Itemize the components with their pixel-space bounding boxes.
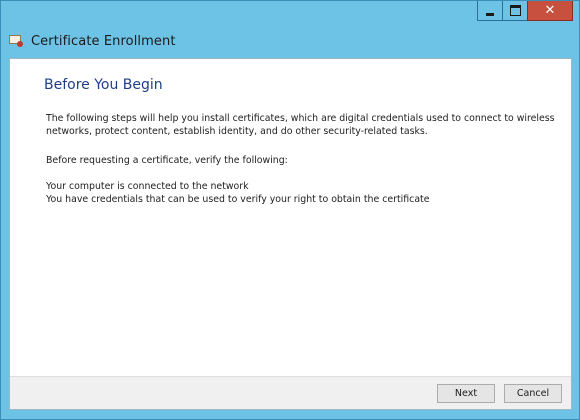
- wizard-content-panel: Before You Begin The following steps wil…: [9, 58, 572, 410]
- certificate-icon: [9, 35, 23, 47]
- page-heading: Before You Begin: [44, 77, 163, 93]
- requirements-list: Your computer is connected to the networ…: [46, 180, 566, 206]
- requirement-item: You have credentials that can be used to…: [46, 194, 430, 205]
- window-title: Certificate Enrollment: [31, 33, 176, 49]
- minimize-icon: [486, 13, 494, 16]
- verify-prompt: Before requesting a certificate, verify …: [46, 155, 288, 166]
- wizard-footer: Next Cancel: [10, 376, 571, 409]
- certificate-enrollment-window: ✕ Certificate Enrollment Before You Begi…: [0, 0, 580, 420]
- window-controls: ✕: [477, 1, 573, 22]
- maximize-icon: [509, 5, 521, 16]
- cancel-button[interactable]: Cancel: [504, 384, 562, 403]
- next-button[interactable]: Next: [437, 384, 495, 403]
- minimize-button[interactable]: [477, 1, 503, 21]
- maximize-button[interactable]: [502, 1, 528, 21]
- requirement-item: Your computer is connected to the networ…: [46, 181, 249, 192]
- window-title-bar: Certificate Enrollment: [9, 31, 176, 51]
- intro-paragraph: The following steps will help you instal…: [46, 113, 555, 137]
- close-button[interactable]: ✕: [527, 1, 573, 21]
- close-icon: ✕: [544, 3, 556, 18]
